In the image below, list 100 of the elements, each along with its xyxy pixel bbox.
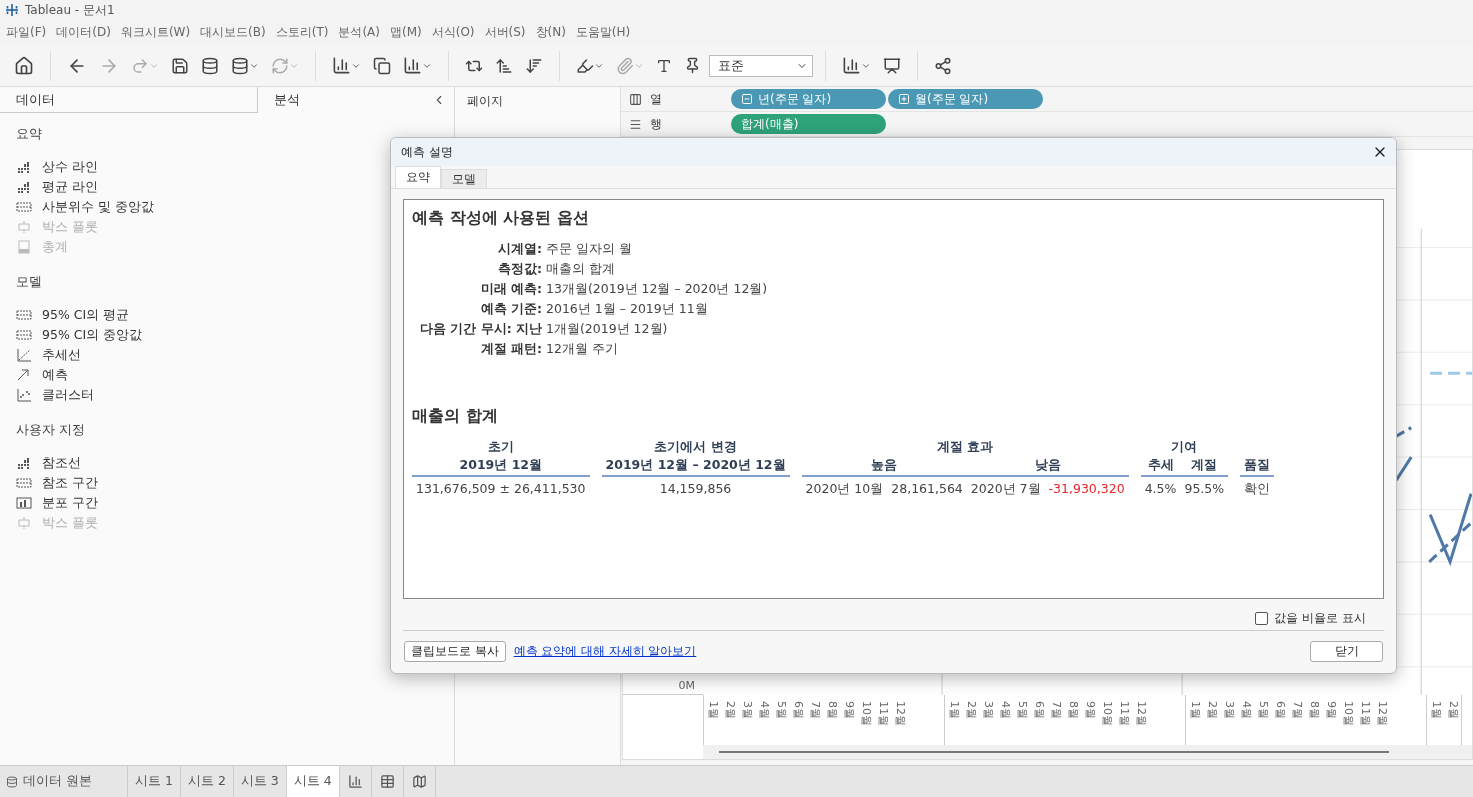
summary-value: 95.5% xyxy=(1184,481,1225,496)
month-label: 8월 xyxy=(1067,700,1081,719)
bar-chart-icon[interactable] xyxy=(842,56,861,75)
menu-item[interactable]: 데이터(D) xyxy=(54,24,119,41)
bar-chart-icon[interactable] xyxy=(332,56,351,75)
bar-chart-icon[interactable] xyxy=(403,56,422,75)
sort-ascending-icon[interactable] xyxy=(495,56,513,75)
month-label: 3월 xyxy=(982,700,996,719)
boxplot-icon xyxy=(16,220,32,234)
share-icon[interactable] xyxy=(934,56,952,75)
option-value: 1개월(2019년 12월) xyxy=(546,321,669,338)
month-label: 6월 xyxy=(792,700,806,719)
month-label: 1월 xyxy=(707,700,721,719)
sheet-tab[interactable]: 시트 3 xyxy=(233,766,287,797)
forecast-icon xyxy=(16,368,32,382)
analytics-item[interactable]: 참조 구간 xyxy=(16,473,98,493)
copy-button[interactable]: 클립보드로 복사 xyxy=(404,641,506,662)
collapse-icon[interactable] xyxy=(741,93,753,105)
text-icon[interactable] xyxy=(656,57,672,74)
boxplot-icon xyxy=(16,516,32,530)
analytics-item[interactable]: 참조선 xyxy=(16,453,81,473)
database-icon xyxy=(6,775,18,788)
new-dashboard-icon[interactable] xyxy=(379,774,395,789)
dialog-tab[interactable]: 요약 xyxy=(395,166,441,188)
highlighter-icon[interactable] xyxy=(576,56,594,75)
band-icon xyxy=(16,476,32,490)
month-label: 9월 xyxy=(1325,700,1339,719)
month-label: 11월 xyxy=(1359,700,1373,726)
section-title: 모델 xyxy=(16,273,43,291)
month-label: 5월 xyxy=(1016,700,1030,719)
analytics-item[interactable]: 95% CI의 중앙값 xyxy=(16,325,143,345)
dialog-tab[interactable]: 모델 xyxy=(441,169,487,188)
line-icon xyxy=(16,456,32,470)
fit-select[interactable]: 표준 xyxy=(709,54,813,77)
month-label: 2월 xyxy=(1206,700,1220,719)
option-value: 2016년 1월 – 2019년 11월 xyxy=(546,301,709,318)
analytics-item[interactable]: 추세선 xyxy=(16,345,81,365)
data-source-tab[interactable]: 데이터 원본 xyxy=(0,766,128,797)
summary-value: 확인 xyxy=(1244,481,1271,498)
menu-item[interactable]: 도움말(H) xyxy=(573,24,639,41)
save-icon[interactable] xyxy=(171,56,189,75)
month-label: 12월 xyxy=(1376,700,1390,726)
option-value: 주문 일자의 월 xyxy=(546,241,633,258)
menu-item[interactable]: 대시보드(B) xyxy=(198,24,274,41)
app-logo-icon xyxy=(5,3,19,17)
month-label: 12월 xyxy=(1135,700,1149,726)
section-title: 사용자 지정 xyxy=(16,421,87,439)
option-label: 미래 예측: xyxy=(479,281,542,298)
column-heading: 추세 xyxy=(1140,457,1181,477)
dialog-title: 예측 설명 xyxy=(401,143,453,161)
option-label: 예측 기준: xyxy=(479,301,542,318)
sheet-tab[interactable]: 시트 4 xyxy=(286,766,340,797)
analytics-item[interactable]: 클러스터 xyxy=(16,385,94,405)
option-value: 매출의 합계 xyxy=(546,261,616,278)
sheet-tab[interactable]: 시트 2 xyxy=(180,766,234,797)
column-heading: 계절 xyxy=(1180,457,1229,477)
menu-item[interactable]: 파일(F) xyxy=(4,24,55,41)
menu-item[interactable]: 창(N) xyxy=(533,24,574,41)
scrollbar[interactable] xyxy=(719,751,1389,753)
window-title: Tableau - 문서1 xyxy=(25,1,115,19)
menu-item[interactable]: 분석(A) xyxy=(336,24,388,41)
menu-item[interactable]: 워크시트(W) xyxy=(118,24,199,41)
month-label: 12월 xyxy=(894,700,908,726)
analytics-item[interactable]: 평균 라인 xyxy=(16,177,98,197)
month-label: 6월 xyxy=(1274,700,1288,719)
group-heading: 초기 xyxy=(486,439,515,456)
summary-value: 131,676,509 ± 26,411,530 xyxy=(416,481,586,496)
new-sheet-icon[interactable] xyxy=(347,774,363,789)
checkbox-label: 값을 비율로 표시 xyxy=(1274,610,1366,627)
menu-item[interactable]: 서버(S) xyxy=(482,24,534,41)
month-label: 2월 xyxy=(724,700,738,719)
presentation-icon[interactable] xyxy=(883,56,901,75)
menu-item[interactable]: 맵(M) xyxy=(388,24,430,41)
pin-icon[interactable] xyxy=(684,57,701,74)
home-icon[interactable] xyxy=(14,55,34,76)
month-label: 11월 xyxy=(877,700,891,726)
expand-icon[interactable] xyxy=(898,93,910,105)
analytics-item[interactable]: 95% CI의 평균 xyxy=(16,305,130,325)
database-icon[interactable] xyxy=(201,56,219,75)
new-story-icon[interactable] xyxy=(411,774,427,789)
menu-item[interactable]: 스토리(T) xyxy=(273,24,337,41)
option-value: 12개월 주기 xyxy=(546,341,619,358)
close-button[interactable]: 닫기 xyxy=(1310,641,1383,662)
help-link[interactable]: 예측 요약에 대해 자세히 알아보기 xyxy=(513,644,1302,659)
panel-tab[interactable]: 데이터 xyxy=(0,87,258,113)
analytics-item[interactable]: 분포 구간 xyxy=(16,493,98,513)
checkbox[interactable] xyxy=(1255,612,1269,625)
sort-descending-icon[interactable] xyxy=(525,56,543,75)
panel-tab[interactable]: 분석 xyxy=(258,87,432,113)
menu-item[interactable]: 서식(O) xyxy=(429,24,483,41)
database-icon[interactable] xyxy=(231,56,249,75)
analytics-item[interactable]: 사분위수 및 중앙값 xyxy=(16,197,154,217)
month-label: 7월 xyxy=(1050,700,1064,719)
month-label: 9월 xyxy=(843,700,857,719)
copy-icon[interactable] xyxy=(373,56,391,75)
paperclip-icon[interactable] xyxy=(616,56,634,75)
analytics-item[interactable]: 상수 라인 xyxy=(16,157,98,177)
analytics-item[interactable]: 예측 xyxy=(16,365,68,385)
sheet-tab[interactable]: 시트 1 xyxy=(128,766,181,797)
month-label: 7월 xyxy=(809,700,823,719)
